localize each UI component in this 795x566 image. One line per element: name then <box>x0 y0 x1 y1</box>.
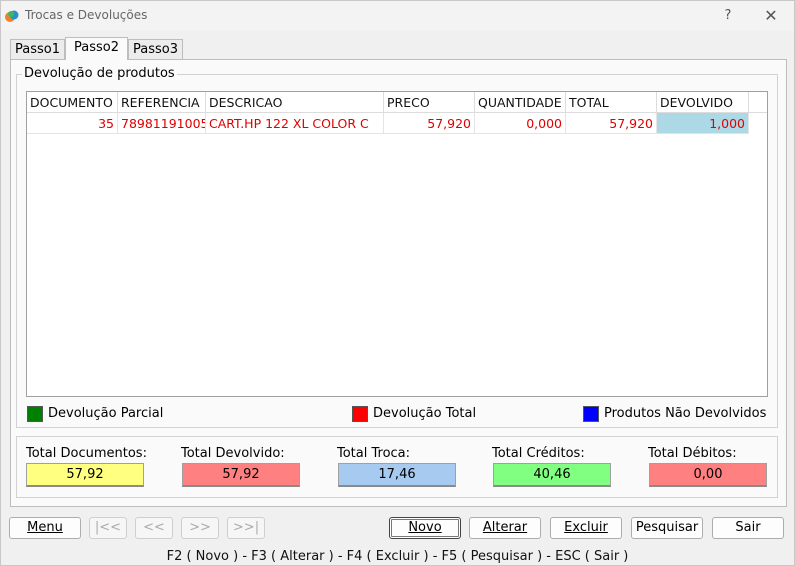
excluir-button[interactable]: Excluir <box>550 517 622 539</box>
novo-button-label: Novo <box>408 520 442 535</box>
cell-preco[interactable]: 57,920 <box>384 113 475 134</box>
cell-referencia[interactable]: 7898119100585 <box>118 113 206 134</box>
field-total-debitos: 0,00 <box>649 463 767 487</box>
column-header-descricao[interactable]: DESCRICAO <box>206 92 384 113</box>
field-total-troca: 17,46 <box>338 463 456 487</box>
title-bar: Trocas e Devoluções ? ✕ <box>1 1 794 31</box>
legend-label-nao-devolvidos: Produtos Não Devolvidos <box>604 406 767 421</box>
cell-devolvido[interactable]: 1,000 <box>657 113 749 134</box>
cell-total[interactable]: 57,920 <box>566 113 657 134</box>
column-header-documento[interactable]: DOCUMENTO <box>27 92 118 113</box>
app-icon <box>5 9 19 23</box>
field-total-devolvido: 57,92 <box>182 463 300 487</box>
field-total-documentos: 57,92 <box>26 463 144 487</box>
alterar-button-label: Alterar <box>482 520 528 535</box>
legend-label-parcial: Devolução Parcial <box>48 406 164 421</box>
column-header-total[interactable]: TOTAL <box>566 92 657 113</box>
table-row[interactable]: 35 7898119100585 CART.HP 122 XL COLOR C … <box>27 113 767 134</box>
products-grid[interactable]: DOCUMENTO REFERENCIA DESCRICAO PRECO QUA… <box>26 91 768 397</box>
label-total-troca: Total Troca: <box>337 446 411 461</box>
label-total-devolvido: Total Devolvido: <box>181 446 285 461</box>
tab-passo2[interactable]: Passo2 <box>65 37 128 60</box>
cell-documento[interactable]: 35 <box>27 113 118 134</box>
previous-record-button[interactable]: << <box>135 517 173 539</box>
column-header-devolvido[interactable]: DEVOLVIDO <box>657 92 749 113</box>
menu-button-label: Menu <box>27 520 63 535</box>
label-total-debitos: Total Débitos: <box>648 446 737 461</box>
group-title: Devolução de produtos <box>22 66 177 81</box>
column-header-preco[interactable]: PRECO <box>384 92 475 113</box>
shortcut-status-bar: F2 ( Novo ) - F3 ( Alterar ) - F4 ( Excl… <box>166 549 629 564</box>
excluir-button-label: Excluir <box>564 520 608 535</box>
label-total-documentos: Total Documentos: <box>26 446 147 461</box>
close-icon[interactable]: ✕ <box>761 6 781 26</box>
last-record-button[interactable]: >>| <box>227 517 265 539</box>
grid-header: DOCUMENTO REFERENCIA DESCRICAO PRECO QUA… <box>27 92 767 113</box>
cell-quantidade[interactable]: 0,000 <box>475 113 566 134</box>
cell-descricao[interactable]: CART.HP 122 XL COLOR C <box>206 113 384 134</box>
tab-passo1[interactable]: Passo1 <box>10 39 65 60</box>
devolucao-group: Devolução de produtos DOCUMENTO REFERENC… <box>16 66 778 428</box>
column-header-referencia[interactable]: REFERENCIA <box>118 92 206 113</box>
legend-swatch-nao-devolvidos <box>583 406 599 422</box>
novo-button[interactable]: Novo <box>389 517 461 539</box>
first-record-button[interactable]: |<< <box>89 517 127 539</box>
label-total-creditos: Total Créditos: <box>492 446 585 461</box>
tab-panel-passo2: Devolução de produtos DOCUMENTO REFERENC… <box>10 59 787 507</box>
alterar-button[interactable]: Alterar <box>469 517 541 539</box>
next-record-button[interactable]: >> <box>181 517 219 539</box>
pesquisar-button[interactable]: Pesquisar <box>631 517 703 539</box>
tab-passo3[interactable]: Passo3 <box>128 39 183 60</box>
help-button[interactable]: ? <box>719 6 737 26</box>
column-header-quantidade[interactable]: QUANTIDADE <box>475 92 566 113</box>
legend-label-total: Devolução Total <box>373 406 477 421</box>
field-total-creditos: 40,46 <box>493 463 611 487</box>
legend-swatch-parcial <box>27 406 43 422</box>
totals-panel: Total Documentos: 57,92 Total Devolvido:… <box>16 436 778 498</box>
sair-button[interactable]: Sair <box>712 517 784 539</box>
legend-swatch-total <box>352 406 368 422</box>
window-title: Trocas e Devoluções <box>25 8 148 22</box>
menu-button[interactable]: Menu <box>9 517 81 539</box>
trocas-devolucoes-window: Trocas e Devoluções ? ✕ Passo1 Passo2 Pa… <box>0 0 795 566</box>
